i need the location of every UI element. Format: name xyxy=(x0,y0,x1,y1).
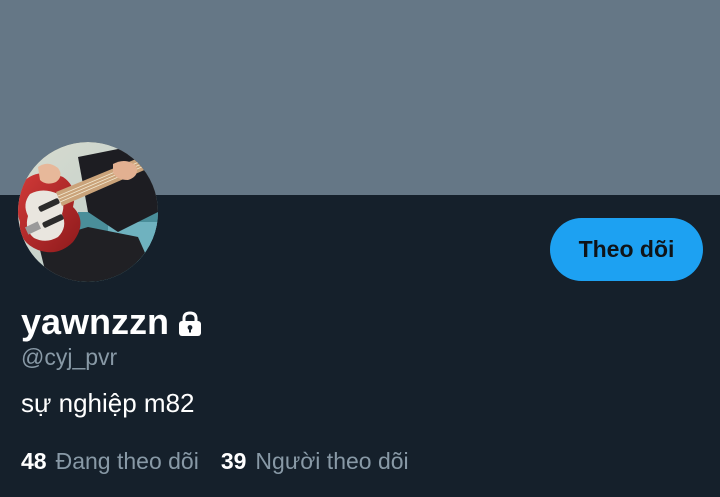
avatar-photo xyxy=(18,142,158,282)
followers-stat[interactable]: 39 Người theo dõi xyxy=(221,448,409,475)
user-handle: @cyj_pvr xyxy=(21,344,118,370)
display-name: yawnzzn xyxy=(21,301,170,342)
profile-page: Theo dõi yawnzzn @cyj_pvr sự nghiệp m82 … xyxy=(0,0,720,497)
followers-count: 39 xyxy=(220,448,247,474)
following-label: Đang theo dõi xyxy=(55,448,199,474)
lock-icon xyxy=(176,310,204,338)
profile-stats: 48 Đang theo dõi 39 Người theo dõi xyxy=(21,448,409,475)
name-row: yawnzzn xyxy=(21,298,204,346)
followers-label: Người theo dõi xyxy=(255,448,409,474)
profile-bio: sự nghiệp m82 xyxy=(21,388,195,418)
follow-button-label: Theo dõi xyxy=(578,236,675,262)
following-count: 48 xyxy=(21,448,47,474)
follow-button[interactable]: Theo dõi xyxy=(550,218,703,281)
avatar[interactable] xyxy=(18,142,158,282)
following-stat[interactable]: 48 Đang theo dõi xyxy=(21,448,199,475)
